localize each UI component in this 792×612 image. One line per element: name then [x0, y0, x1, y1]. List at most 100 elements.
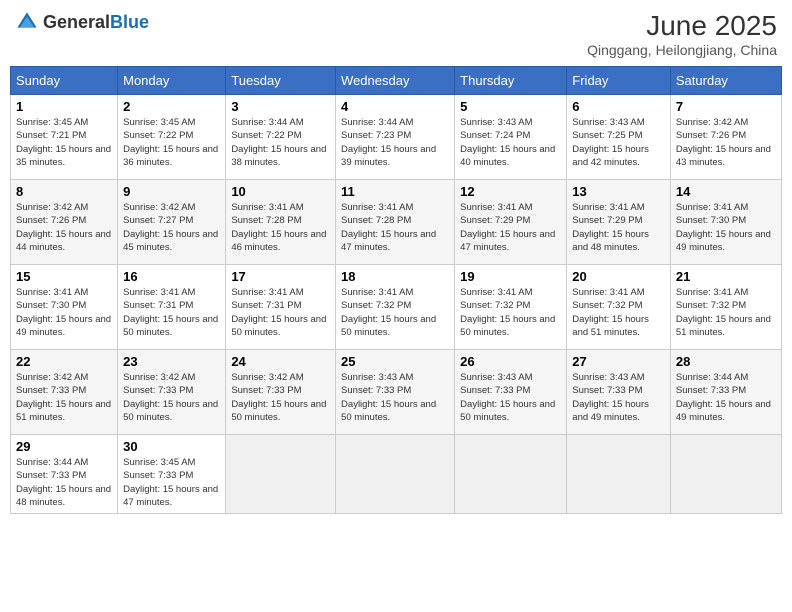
day-number: 14: [676, 184, 776, 199]
day-number: 25: [341, 354, 449, 369]
day-number: 26: [460, 354, 561, 369]
table-cell: 21 Sunrise: 3:41 AM Sunset: 7:32 PM Dayl…: [670, 265, 781, 350]
table-cell: 12 Sunrise: 3:41 AM Sunset: 7:29 PM Dayl…: [455, 180, 567, 265]
day-number: 19: [460, 269, 561, 284]
table-cell: 9 Sunrise: 3:42 AM Sunset: 7:27 PM Dayli…: [118, 180, 226, 265]
day-number: 21: [676, 269, 776, 284]
table-cell: 27 Sunrise: 3:43 AM Sunset: 7:33 PM Dayl…: [567, 350, 671, 435]
header-thursday: Thursday: [455, 67, 567, 95]
day-info: Sunrise: 3:45 AM Sunset: 7:21 PM Dayligh…: [16, 116, 112, 169]
day-info: Sunrise: 3:42 AM Sunset: 7:33 PM Dayligh…: [16, 371, 112, 424]
header-tuesday: Tuesday: [226, 67, 336, 95]
day-number: 22: [16, 354, 112, 369]
table-cell: 11 Sunrise: 3:41 AM Sunset: 7:28 PM Dayl…: [336, 180, 455, 265]
day-info: Sunrise: 3:41 AM Sunset: 7:31 PM Dayligh…: [123, 286, 220, 339]
day-info: Sunrise: 3:41 AM Sunset: 7:32 PM Dayligh…: [341, 286, 449, 339]
day-number: 8: [16, 184, 112, 199]
table-cell: 30 Sunrise: 3:45 AM Sunset: 7:33 PM Dayl…: [118, 435, 226, 514]
table-cell: 17 Sunrise: 3:41 AM Sunset: 7:31 PM Dayl…: [226, 265, 336, 350]
day-number: 1: [16, 99, 112, 114]
day-info: Sunrise: 3:41 AM Sunset: 7:32 PM Dayligh…: [572, 286, 665, 339]
logo-blue: Blue: [110, 12, 149, 32]
day-number: 5: [460, 99, 561, 114]
day-info: Sunrise: 3:42 AM Sunset: 7:27 PM Dayligh…: [123, 201, 220, 254]
day-number: 13: [572, 184, 665, 199]
table-cell: 8 Sunrise: 3:42 AM Sunset: 7:26 PM Dayli…: [11, 180, 118, 265]
logo: GeneralBlue: [15, 10, 149, 34]
header: GeneralBlue June 2025 Qinggang, Heilongj…: [10, 10, 782, 58]
day-info: Sunrise: 3:45 AM Sunset: 7:22 PM Dayligh…: [123, 116, 220, 169]
day-info: Sunrise: 3:43 AM Sunset: 7:24 PM Dayligh…: [460, 116, 561, 169]
day-info: Sunrise: 3:44 AM Sunset: 7:22 PM Dayligh…: [231, 116, 330, 169]
day-number: 17: [231, 269, 330, 284]
day-number: 16: [123, 269, 220, 284]
table-cell: 14 Sunrise: 3:41 AM Sunset: 7:30 PM Dayl…: [670, 180, 781, 265]
day-info: Sunrise: 3:44 AM Sunset: 7:23 PM Dayligh…: [341, 116, 449, 169]
title-section: June 2025 Qinggang, Heilongjiang, China: [587, 10, 777, 58]
day-info: Sunrise: 3:44 AM Sunset: 7:33 PM Dayligh…: [16, 456, 112, 509]
day-number: 2: [123, 99, 220, 114]
day-info: Sunrise: 3:41 AM Sunset: 7:28 PM Dayligh…: [341, 201, 449, 254]
day-info: Sunrise: 3:42 AM Sunset: 7:33 PM Dayligh…: [123, 371, 220, 424]
day-number: 29: [16, 439, 112, 454]
day-number: 24: [231, 354, 330, 369]
day-number: 23: [123, 354, 220, 369]
table-cell: 29 Sunrise: 3:44 AM Sunset: 7:33 PM Dayl…: [11, 435, 118, 514]
day-number: 15: [16, 269, 112, 284]
day-info: Sunrise: 3:42 AM Sunset: 7:26 PM Dayligh…: [676, 116, 776, 169]
day-info: Sunrise: 3:41 AM Sunset: 7:32 PM Dayligh…: [676, 286, 776, 339]
day-info: Sunrise: 3:42 AM Sunset: 7:26 PM Dayligh…: [16, 201, 112, 254]
table-cell: [455, 435, 567, 514]
table-cell: 22 Sunrise: 3:42 AM Sunset: 7:33 PM Dayl…: [11, 350, 118, 435]
day-number: 27: [572, 354, 665, 369]
day-info: Sunrise: 3:43 AM Sunset: 7:33 PM Dayligh…: [460, 371, 561, 424]
day-info: Sunrise: 3:42 AM Sunset: 7:33 PM Dayligh…: [231, 371, 330, 424]
header-friday: Friday: [567, 67, 671, 95]
table-cell: 13 Sunrise: 3:41 AM Sunset: 7:29 PM Dayl…: [567, 180, 671, 265]
day-info: Sunrise: 3:43 AM Sunset: 7:33 PM Dayligh…: [341, 371, 449, 424]
day-info: Sunrise: 3:41 AM Sunset: 7:32 PM Dayligh…: [460, 286, 561, 339]
day-info: Sunrise: 3:45 AM Sunset: 7:33 PM Dayligh…: [123, 456, 220, 509]
day-info: Sunrise: 3:41 AM Sunset: 7:31 PM Dayligh…: [231, 286, 330, 339]
table-cell: 3 Sunrise: 3:44 AM Sunset: 7:22 PM Dayli…: [226, 95, 336, 180]
days-header-row: Sunday Monday Tuesday Wednesday Thursday…: [11, 67, 782, 95]
table-cell: 16 Sunrise: 3:41 AM Sunset: 7:31 PM Dayl…: [118, 265, 226, 350]
day-number: 3: [231, 99, 330, 114]
logo-text: GeneralBlue: [43, 12, 149, 33]
table-cell: [336, 435, 455, 514]
table-cell: 20 Sunrise: 3:41 AM Sunset: 7:32 PM Dayl…: [567, 265, 671, 350]
table-cell: 4 Sunrise: 3:44 AM Sunset: 7:23 PM Dayli…: [336, 95, 455, 180]
table-cell: 23 Sunrise: 3:42 AM Sunset: 7:33 PM Dayl…: [118, 350, 226, 435]
day-number: 6: [572, 99, 665, 114]
day-info: Sunrise: 3:43 AM Sunset: 7:25 PM Dayligh…: [572, 116, 665, 169]
day-number: 20: [572, 269, 665, 284]
table-cell: [670, 435, 781, 514]
day-number: 18: [341, 269, 449, 284]
day-info: Sunrise: 3:41 AM Sunset: 7:30 PM Dayligh…: [16, 286, 112, 339]
table-cell: 7 Sunrise: 3:42 AM Sunset: 7:26 PM Dayli…: [670, 95, 781, 180]
day-info: Sunrise: 3:41 AM Sunset: 7:28 PM Dayligh…: [231, 201, 330, 254]
table-cell: 26 Sunrise: 3:43 AM Sunset: 7:33 PM Dayl…: [455, 350, 567, 435]
header-saturday: Saturday: [670, 67, 781, 95]
day-info: Sunrise: 3:43 AM Sunset: 7:33 PM Dayligh…: [572, 371, 665, 424]
day-info: Sunrise: 3:44 AM Sunset: 7:33 PM Dayligh…: [676, 371, 776, 424]
calendar-table: Sunday Monday Tuesday Wednesday Thursday…: [10, 66, 782, 514]
day-number: 7: [676, 99, 776, 114]
table-cell: 19 Sunrise: 3:41 AM Sunset: 7:32 PM Dayl…: [455, 265, 567, 350]
table-cell: 6 Sunrise: 3:43 AM Sunset: 7:25 PM Dayli…: [567, 95, 671, 180]
location-subtitle: Qinggang, Heilongjiang, China: [587, 42, 777, 58]
day-number: 12: [460, 184, 561, 199]
table-cell: 15 Sunrise: 3:41 AM Sunset: 7:30 PM Dayl…: [11, 265, 118, 350]
header-sunday: Sunday: [11, 67, 118, 95]
table-cell: 1 Sunrise: 3:45 AM Sunset: 7:21 PM Dayli…: [11, 95, 118, 180]
day-number: 10: [231, 184, 330, 199]
table-cell: 10 Sunrise: 3:41 AM Sunset: 7:28 PM Dayl…: [226, 180, 336, 265]
table-cell: 5 Sunrise: 3:43 AM Sunset: 7:24 PM Dayli…: [455, 95, 567, 180]
table-cell: [567, 435, 671, 514]
logo-general: General: [43, 12, 110, 32]
day-info: Sunrise: 3:41 AM Sunset: 7:29 PM Dayligh…: [572, 201, 665, 254]
header-wednesday: Wednesday: [336, 67, 455, 95]
day-number: 11: [341, 184, 449, 199]
table-cell: 2 Sunrise: 3:45 AM Sunset: 7:22 PM Dayli…: [118, 95, 226, 180]
table-cell: 24 Sunrise: 3:42 AM Sunset: 7:33 PM Dayl…: [226, 350, 336, 435]
